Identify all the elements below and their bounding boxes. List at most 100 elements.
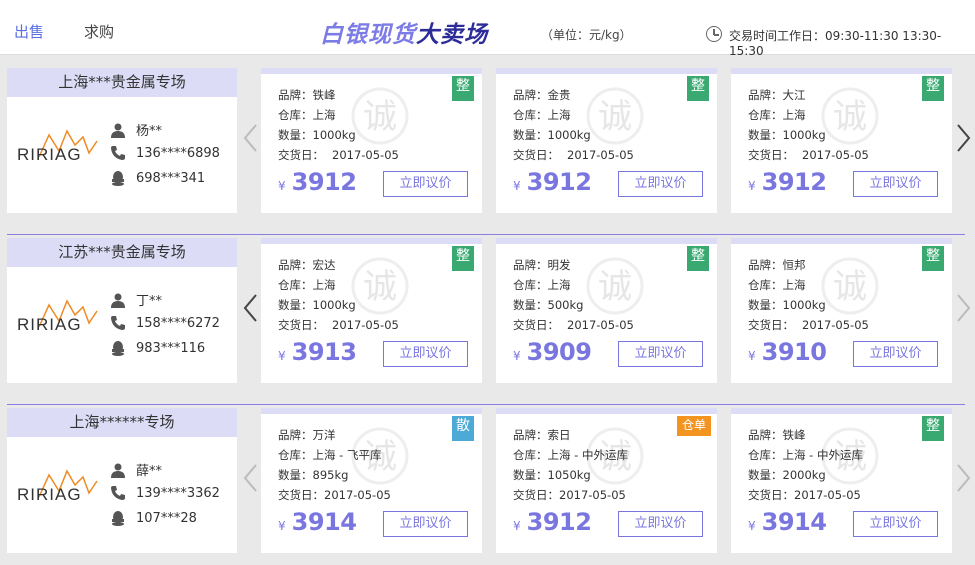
- value-quantity: 1000kg: [312, 298, 356, 312]
- contact-phone: 158****6272: [110, 315, 220, 331]
- value-warehouse: 上海: [782, 108, 806, 122]
- label-warehouse: 仓库：: [513, 278, 548, 292]
- shop-title[interactable]: 上海******专场: [7, 408, 237, 437]
- value-quantity: 2000kg: [782, 468, 826, 482]
- card-topbar: [496, 68, 717, 74]
- field-quantity: 数量：895kg: [278, 467, 348, 483]
- contact-phone-value: 158****6272: [136, 315, 220, 331]
- cheng-watermark-icon: 诚: [351, 87, 409, 145]
- currency-symbol: ¥: [748, 179, 756, 193]
- value-brand: 恒邦: [782, 258, 806, 272]
- badge-whole: 整: [922, 76, 944, 101]
- row-divider: [7, 234, 965, 235]
- next-arrow-icon[interactable]: [956, 463, 972, 493]
- value-quantity: 500kg: [547, 298, 584, 312]
- label-brand: 品牌：: [513, 88, 548, 102]
- value-brand: 索日: [547, 428, 571, 442]
- badge-label: 散: [456, 418, 470, 434]
- currency-symbol: ¥: [513, 349, 521, 363]
- next-arrow-icon[interactable]: [956, 123, 972, 153]
- contact-qq: 983***116: [110, 340, 205, 356]
- field-warehouse: 仓库：上海: [748, 107, 806, 123]
- label-quantity: 数量：: [278, 128, 313, 142]
- negotiate-button[interactable]: 立即议价: [618, 171, 703, 197]
- value-quantity: 895kg: [312, 468, 349, 482]
- prev-arrow-icon[interactable]: [242, 123, 258, 153]
- shop-panel: 江苏***贵金属专场 RIRIAG 丁** 158****6272 983***…: [7, 238, 237, 383]
- tab-buy[interactable]: 求购: [84, 21, 114, 42]
- field-warehouse: 仓库：上海 - 中外运库: [513, 447, 628, 463]
- negotiate-button[interactable]: 立即议价: [383, 341, 468, 367]
- card-topbar: [731, 68, 952, 74]
- price-value: 3914: [291, 508, 357, 536]
- negotiate-button[interactable]: 立即议价: [383, 511, 468, 537]
- brand-title-part1: 白银现货: [320, 22, 416, 48]
- value-delivery: 2017-05-05: [802, 318, 869, 332]
- offer-card: 诚 整 品牌：恒邦 仓库：上海 数量：1000kg 交货日： 2017-05-05…: [731, 238, 952, 383]
- negotiate-button[interactable]: 立即议价: [618, 341, 703, 367]
- next-arrow-icon[interactable]: [956, 293, 972, 323]
- shop-panel: 上海******专场 RIRIAG 薛** 139****3362 107***…: [7, 408, 237, 553]
- price: ¥3914: [748, 508, 827, 536]
- brand-logo: 白银现货大卖场: [320, 15, 488, 49]
- badge-label: 整: [926, 418, 940, 434]
- negotiate-button[interactable]: 立即议价: [618, 511, 703, 537]
- contact-qq: 698***341: [110, 170, 205, 186]
- field-quantity: 数量：500kg: [513, 297, 583, 313]
- field-quantity: 数量：1000kg: [513, 127, 591, 143]
- negotiate-button[interactable]: 立即议价: [383, 171, 468, 197]
- badge-whole: 整: [687, 246, 709, 271]
- logo-text: RIRIAG: [17, 315, 82, 334]
- field-warehouse: 仓库：上海: [278, 107, 336, 123]
- field-brand: 品牌：金贵: [513, 87, 571, 103]
- prev-arrow-icon[interactable]: [242, 463, 258, 493]
- value-warehouse: 上海: [547, 278, 571, 292]
- price-value: 3912: [526, 168, 592, 196]
- watermark-text: 诚: [833, 97, 867, 137]
- field-quantity: 数量：1000kg: [278, 297, 356, 313]
- badge-loose: 散: [452, 416, 474, 441]
- contact-name: 丁**: [110, 290, 162, 309]
- top-header: 出售 求购 白银现货大卖场 （单位：元/kg） 交易时间工作日：09:30-11…: [0, 0, 975, 58]
- label-delivery: 交货日：: [513, 488, 559, 502]
- unit-label: （单位：元/kg）: [541, 28, 632, 42]
- negotiate-button[interactable]: 立即议价: [853, 171, 938, 197]
- shop-title[interactable]: 江苏***贵金属专场: [7, 238, 237, 267]
- field-quantity: 数量：1000kg: [748, 127, 826, 143]
- prev-arrow-icon[interactable]: [242, 293, 258, 323]
- person-icon: [111, 463, 125, 478]
- label-quantity: 数量：: [748, 468, 783, 482]
- field-warehouse: 仓库：上海: [513, 277, 571, 293]
- negotiate-button[interactable]: 立即议价: [853, 511, 938, 537]
- shop-title[interactable]: 上海***贵金属专场: [7, 68, 237, 97]
- label-brand: 品牌：: [748, 258, 783, 272]
- price-value: 3910: [761, 338, 827, 366]
- cheng-watermark-icon: 诚: [821, 87, 879, 145]
- offer-card: 诚 整 品牌：明发 仓库：上海 数量：500kg 交货日： 2017-05-05 …: [496, 238, 717, 383]
- tab-sell[interactable]: 出售: [14, 21, 44, 42]
- phone-icon: [111, 316, 125, 330]
- value-delivery: 2017-05-05: [332, 148, 399, 162]
- field-brand: 品牌：明发: [513, 257, 571, 273]
- field-brand: 品牌：铁峰: [278, 87, 336, 103]
- label-delivery: 交货日：: [748, 318, 794, 332]
- field-delivery: 交货日：2017-05-05: [513, 487, 626, 503]
- value-warehouse: 上海 - 中外运库: [547, 448, 628, 462]
- field-delivery: 交货日：2017-05-05: [748, 487, 861, 503]
- contact-phone-value: 136****6898: [136, 145, 220, 161]
- qq-icon: [112, 341, 124, 356]
- field-quantity: 数量：1000kg: [748, 297, 826, 313]
- badge-whole: 整: [922, 416, 944, 441]
- label-brand: 品牌：: [513, 258, 548, 272]
- watermark-text: 诚: [363, 267, 397, 307]
- logo-text: RIRIAG: [17, 485, 82, 504]
- field-brand: 品牌：宏达: [278, 257, 336, 273]
- value-brand: 大江: [782, 88, 806, 102]
- currency-symbol: ¥: [278, 349, 286, 363]
- currency-symbol: ¥: [278, 519, 286, 533]
- currency-symbol: ¥: [513, 179, 521, 193]
- shop-panel: 上海***贵金属专场 RIRIAG 杨** 136****6898 698***…: [7, 68, 237, 213]
- field-brand: 品牌：万洋: [278, 427, 336, 443]
- label-quantity: 数量：: [748, 128, 783, 142]
- negotiate-button[interactable]: 立即议价: [853, 341, 938, 367]
